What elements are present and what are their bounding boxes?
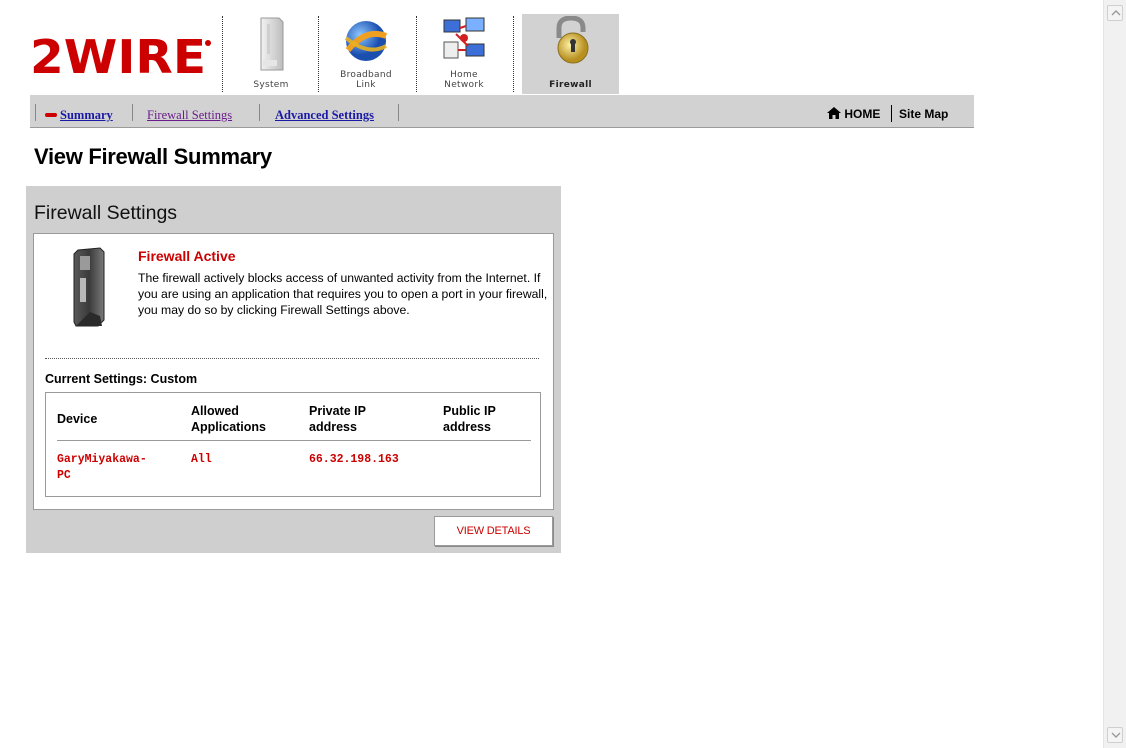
vertical-scrollbar[interactable]: [1103, 0, 1126, 748]
nav-label-system: System: [253, 80, 289, 90]
view-details-button[interactable]: VIEW DETAILS: [434, 516, 553, 546]
scroll-up-button[interactable]: [1107, 5, 1123, 21]
subnav-separator: [259, 104, 260, 121]
svg-text:2WIRE: 2WIRE: [30, 33, 206, 77]
cell-private-ip: 66.32.198.163: [309, 453, 399, 466]
scroll-down-button[interactable]: [1107, 727, 1123, 743]
firewall-description: The firewall actively blocks access of u…: [138, 271, 548, 317]
nav-item-system[interactable]: System: [228, 14, 314, 94]
firewall-status-title: Firewall Active: [138, 248, 236, 264]
chevron-down-icon: [1111, 732, 1121, 738]
current-settings-label: Current Settings: Custom: [45, 372, 198, 386]
subnav-separator: [132, 104, 133, 121]
nav-separator: [222, 16, 223, 92]
column-header-public-ip: Public IP address: [443, 404, 496, 434]
firewall-settings-panel: Firewall Settings Firewall Active The fi…: [26, 186, 561, 553]
system-device-icon: [255, 16, 287, 77]
table-header-rule: [57, 440, 531, 441]
home-network-icon: [440, 16, 488, 71]
subnav-separator: [891, 105, 892, 122]
devices-table: Device Allowed Applications Private IP a…: [45, 392, 541, 497]
firewall-summary-box: Firewall Active The firewall actively bl…: [33, 233, 554, 510]
home-link[interactable]: HOME: [827, 107, 880, 121]
subnav-link-summary[interactable]: Summary: [60, 108, 113, 123]
globe-icon: [342, 16, 390, 71]
nav-label-firewall: Firewall: [549, 80, 592, 90]
nav-label-home-network: Home Network: [444, 70, 484, 90]
nav-separator: [318, 16, 319, 92]
gateway-device-icon: [72, 246, 108, 333]
nav-item-firewall[interactable]: Firewall: [522, 14, 619, 94]
nav-item-broadband-link[interactable]: Broadband Link: [322, 14, 410, 94]
subnav-link-firewall-settings[interactable]: Firewall Settings: [147, 108, 232, 123]
nav-label-broadband-link: Broadband Link: [340, 70, 392, 90]
dotted-divider: [45, 358, 539, 359]
chevron-up-icon: [1111, 10, 1121, 16]
2wire-logo: 2WIRE: [30, 30, 212, 84]
column-header-private-ip: Private IP address: [309, 404, 366, 434]
nav-separator: [416, 16, 417, 92]
subnav-separator: [35, 104, 36, 121]
nav-item-home-network[interactable]: Home Network: [420, 14, 508, 94]
page-title: View Firewall Summary: [34, 144, 272, 169]
nav-separator: [513, 16, 514, 92]
current-page-marker-icon: [45, 113, 57, 117]
column-header-device: Device: [57, 412, 98, 426]
column-header-allowed-applications: Allowed Applications: [191, 404, 267, 434]
cell-device: GaryMiyakawa-PC: [57, 453, 147, 482]
padlock-icon: [549, 15, 593, 71]
sub-nav: Summary Firewall Settings Advanced Setti…: [30, 95, 974, 128]
subnav-link-advanced-settings[interactable]: Advanced Settings: [275, 108, 374, 123]
cell-allowed-applications: All: [191, 453, 212, 466]
panel-title: Firewall Settings: [34, 202, 178, 224]
home-icon: [827, 107, 841, 119]
subnav-separator: [398, 104, 399, 121]
site-map-link[interactable]: Site Map: [899, 107, 948, 121]
